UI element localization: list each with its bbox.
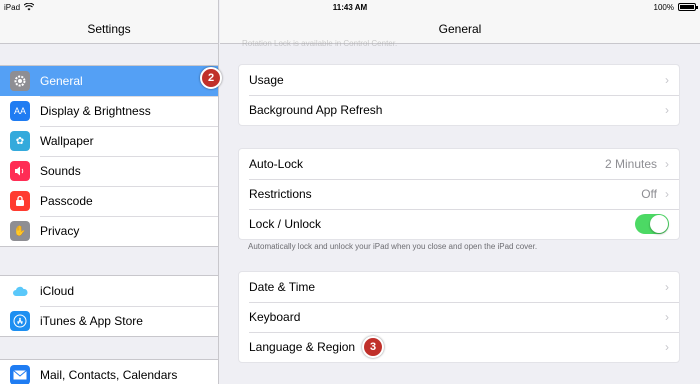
row-label: Background App Refresh: [249, 103, 383, 117]
sidebar-item-mail-contacts-calendars[interactable]: Mail, Contacts, Calendars: [0, 360, 218, 384]
gear-icon: [10, 71, 30, 91]
status-bar: iPad 11:43 AM 100%: [0, 0, 700, 14]
cloud-icon: [10, 281, 30, 301]
sidebar-item-wallpaper[interactable]: ✿ Wallpaper: [0, 126, 218, 156]
sidebar-item-privacy[interactable]: ✋ Privacy: [0, 216, 218, 246]
section-usage: Usage › Background App Refresh ›: [238, 64, 680, 126]
lock-unlock-footnote: Automatically lock and unlock your iPad …: [248, 242, 538, 251]
section-date-keyboard-language: Date & Time › Keyboard › Language & Regi…: [238, 271, 680, 363]
faded-note: Rotation Lock is available in Control Ce…: [242, 39, 398, 48]
sidebar-item-label: Mail, Contacts, Calendars: [40, 368, 178, 382]
chevron-right-icon: ›: [665, 103, 669, 117]
sidebar-group-2: iCloud iTunes & App Store: [0, 275, 218, 337]
sidebar-item-label: iTunes & App Store: [40, 314, 143, 328]
hand-icon: ✋: [10, 221, 30, 241]
chevron-right-icon: ›: [665, 340, 669, 354]
flower-icon: ✿: [10, 131, 30, 151]
speaker-icon: [10, 161, 30, 181]
app-store-icon: [10, 311, 30, 331]
battery-icon: [678, 3, 698, 11]
row-label: Keyboard: [249, 310, 301, 324]
lock-unlock-toggle[interactable]: [635, 214, 669, 234]
row-label: Date & Time: [249, 280, 316, 294]
toggle-knob: [650, 215, 668, 233]
chevron-right-icon: ›: [665, 157, 669, 171]
chevron-right-icon: ›: [665, 187, 669, 201]
row-label: Language & Region: [249, 340, 356, 354]
date-time-row[interactable]: Date & Time ›: [239, 272, 679, 302]
sidebar-item-display-brightness[interactable]: AA Display & Brightness: [0, 96, 218, 126]
keyboard-row[interactable]: Keyboard ›: [239, 302, 679, 332]
sidebar-item-icloud[interactable]: iCloud: [0, 276, 218, 306]
settings-sidebar: Settings General AA Display & Brightness…: [0, 0, 222, 384]
row-label: Restrictions: [249, 187, 312, 201]
aa-icon: AA: [10, 101, 30, 121]
auto-lock-row[interactable]: Auto-Lock 2 Minutes ›: [239, 149, 679, 179]
sidebar-item-passcode[interactable]: Passcode: [0, 186, 218, 216]
sidebar-item-label: Sounds: [40, 164, 81, 178]
chevron-right-icon: ›: [665, 280, 669, 294]
lock-icon: [10, 191, 30, 211]
sidebar-item-label: iCloud: [40, 284, 75, 298]
sidebar-item-label: Display & Brightness: [40, 104, 151, 118]
sidebar-item-label: General: [40, 74, 83, 88]
sidebar-item-label: Wallpaper: [40, 134, 94, 148]
clock: 11:43 AM: [332, 2, 368, 12]
auto-lock-value: 2 Minutes: [604, 157, 657, 171]
chevron-right-icon: ›: [665, 310, 669, 324]
sidebar-item-general[interactable]: General: [0, 66, 218, 96]
mail-icon: [10, 365, 30, 384]
usage-row[interactable]: Usage ›: [239, 65, 679, 95]
row-label: Lock / Unlock: [249, 217, 322, 231]
sidebar-group-1: General AA Display & Brightness ✿ Wallpa…: [0, 65, 218, 247]
section-lock: Auto-Lock 2 Minutes › Restrictions Off ›…: [238, 148, 680, 240]
restrictions-row[interactable]: Restrictions Off ›: [239, 179, 679, 209]
row-label: Auto-Lock: [249, 157, 304, 171]
sidebar-group-3: Mail, Contacts, Calendars: [0, 359, 218, 384]
lock-unlock-row: Lock / Unlock: [239, 209, 679, 239]
row-label: Usage: [249, 73, 284, 87]
sidebar-item-sounds[interactable]: Sounds: [0, 156, 218, 186]
annotation-badge-2: 2: [200, 67, 222, 89]
annotation-badge-3: 3: [362, 336, 384, 358]
restrictions-value: Off: [641, 187, 657, 201]
ipad-settings-screen: iPad 11:43 AM 100% Settings General AA D…: [0, 0, 700, 384]
sidebar-item-itunes-app-store[interactable]: iTunes & App Store: [0, 306, 218, 336]
sidebar-item-label: Privacy: [40, 224, 80, 238]
chevron-right-icon: ›: [665, 73, 669, 87]
sidebar-item-label: Passcode: [40, 194, 93, 208]
general-panel: General Rotation Lock is available in Co…: [220, 0, 700, 384]
language-region-row[interactable]: Language & Region ›: [239, 332, 679, 362]
background-app-refresh-row[interactable]: Background App Refresh ›: [239, 95, 679, 125]
